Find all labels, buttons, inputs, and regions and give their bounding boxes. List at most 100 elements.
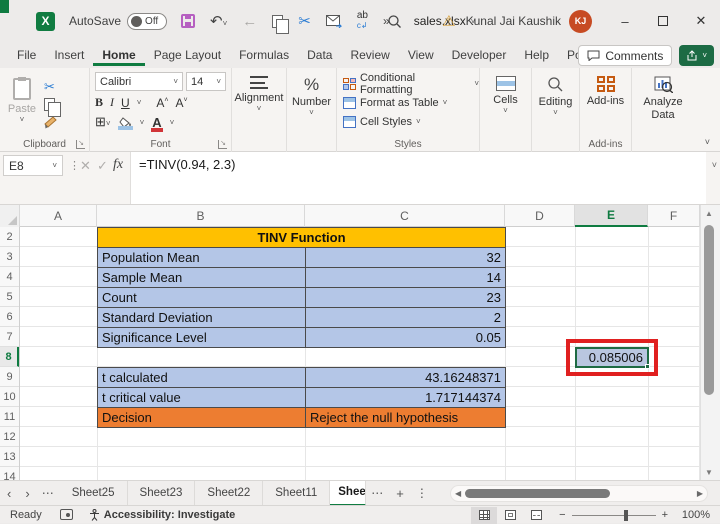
table-row-label[interactable]: Count	[97, 287, 306, 308]
table-row-value[interactable]: 23	[305, 287, 506, 308]
next-sheet-icon[interactable]: ›	[18, 486, 36, 501]
decision-value-cell[interactable]: Reject the null hypothesis	[305, 407, 506, 428]
row-header-3[interactable]: 3	[0, 247, 19, 267]
decision-label-cell[interactable]: Decision	[97, 407, 306, 428]
row-header-11[interactable]: 11	[0, 407, 19, 427]
accessibility-status[interactable]: Accessibility: Investigate	[89, 508, 235, 521]
row-header-7[interactable]: 7	[0, 327, 19, 347]
tab-home[interactable]: Home	[93, 44, 145, 66]
row-header-10[interactable]: 10	[0, 387, 19, 407]
column-header-c[interactable]: C	[305, 205, 505, 227]
row-header-12[interactable]: 12	[0, 427, 19, 447]
table-row-value[interactable]: 43.16248371	[305, 367, 506, 388]
column-header-b[interactable]: B	[97, 205, 305, 227]
font-dialog-launcher[interactable]: ↘	[218, 140, 227, 149]
table-row-label[interactable]: Population Mean	[97, 247, 306, 268]
autosave-toggle[interactable]: Off	[127, 12, 168, 30]
tab-page-layout[interactable]: Page Layout	[145, 44, 230, 66]
user-name[interactable]: Kunal Jai Kaushik	[466, 14, 561, 28]
vertical-scroll-thumb[interactable]	[704, 225, 714, 395]
copy-icon[interactable]	[44, 98, 61, 117]
clipboard-dialog-launcher[interactable]: ↘	[76, 140, 85, 149]
zoom-slider[interactable]	[571, 509, 656, 521]
row-header-6[interactable]: 6	[0, 307, 19, 327]
tab-developer[interactable]: Developer	[443, 44, 516, 66]
borders-button[interactable]: ⊞˅	[95, 114, 111, 130]
tab-help[interactable]: Help	[515, 44, 558, 66]
share-button[interactable]: ˅	[679, 45, 714, 66]
scroll-up-icon[interactable]: ▲	[701, 205, 717, 221]
search-icon[interactable]	[387, 14, 402, 29]
column-header-a[interactable]: A	[20, 205, 97, 227]
page-break-view-button[interactable]	[523, 507, 549, 524]
table-row-label[interactable]: Significance Level	[97, 327, 306, 348]
font-name-select[interactable]: Calibri ˅	[95, 72, 183, 91]
format-as-table-button[interactable]: Format as Table ˅	[343, 93, 479, 112]
table-row-value[interactable]: 32	[305, 247, 506, 268]
underline-button[interactable]: U	[121, 96, 130, 110]
select-all-corner[interactable]	[0, 205, 20, 227]
column-header-d[interactable]: D	[505, 205, 575, 227]
table-row-label[interactable]: Standard Deviation	[97, 307, 306, 328]
collapse-ribbon-icon[interactable]: ˅	[705, 137, 710, 147]
table-row-value[interactable]: 1.717144374	[305, 387, 506, 408]
tab-formulas[interactable]: Formulas	[230, 44, 298, 66]
horizontal-scrollbar[interactable]: ◀ ▶	[450, 485, 708, 502]
analyze-data-button[interactable]: Analyze Data	[632, 68, 694, 152]
spelling-icon[interactable]: ab c↲	[357, 11, 368, 31]
tab-data[interactable]: Data	[298, 44, 341, 66]
row-header-8[interactable]: 8	[0, 347, 19, 367]
scroll-right-icon[interactable]: ▶	[693, 489, 707, 498]
font-color-button[interactable]: A	[151, 115, 164, 132]
zoom-out-icon[interactable]: −	[559, 509, 565, 521]
macro-record-icon[interactable]	[59, 509, 73, 520]
sheet-tab-sheet11[interactable]: Sheet11	[263, 480, 331, 506]
undo-button[interactable]: ↶˅	[210, 14, 227, 29]
table-row-value[interactable]: 0.05	[305, 327, 506, 348]
shrink-font-button[interactable]: A˅	[175, 96, 187, 110]
avatar[interactable]: KJ	[569, 9, 592, 33]
more-sheets-left-icon[interactable]: ⋯	[37, 486, 60, 500]
cut-icon[interactable]: ✂	[298, 14, 311, 29]
font-size-select[interactable]: 14 ˅	[186, 72, 226, 91]
more-sheets-right-icon[interactable]: ⋯	[366, 486, 389, 500]
chevron-down-icon[interactable]: ˅	[137, 98, 142, 107]
format-painter-icon[interactable]	[44, 116, 58, 129]
new-sheet-icon[interactable]: +	[389, 486, 411, 501]
cancel-icon[interactable]: ✕	[80, 158, 91, 174]
row-header-4[interactable]: 4	[0, 267, 19, 287]
save-icon[interactable]	[181, 14, 196, 28]
bold-button[interactable]: B	[95, 95, 103, 110]
grid-body[interactable]: 2 3 4 5 6 7 8 9 10 11 12 13 14 TINV Func…	[0, 227, 700, 487]
maximize-button[interactable]	[644, 0, 682, 42]
page-layout-view-button[interactable]	[497, 507, 523, 524]
cells-group[interactable]: Cells ˅	[480, 68, 532, 152]
editing-group[interactable]: Editing ˅	[532, 68, 580, 152]
sheet-tab-sheet22[interactable]: Sheet22	[195, 480, 264, 506]
copy-icon[interactable]	[272, 14, 290, 34]
row-header-2[interactable]: 2	[0, 227, 19, 247]
tab-review[interactable]: Review	[341, 44, 398, 66]
sheet-tab-active[interactable]: Sheet	[330, 480, 367, 506]
scroll-left-icon[interactable]: ◀	[451, 489, 465, 498]
sheet-tab-sheet23[interactable]: Sheet23	[128, 480, 196, 506]
table-row-label[interactable]: t critical value	[97, 387, 306, 408]
italic-button[interactable]: I	[110, 95, 114, 110]
table-row-label[interactable]: Sample Mean	[97, 267, 306, 288]
chevron-down-icon[interactable]: ˅	[170, 118, 175, 127]
zoom-level[interactable]: 100%	[676, 509, 710, 521]
formula-input[interactable]: =TINV(0.94, 2.3)	[130, 152, 706, 204]
row-header-9[interactable]: 9	[0, 367, 19, 387]
formula-bar-expand-icon[interactable]: ˅	[712, 160, 717, 170]
table-row-value[interactable]: 2	[305, 307, 506, 328]
close-button[interactable]: ✕	[682, 0, 720, 42]
email-icon[interactable]	[325, 14, 342, 28]
row-header-13[interactable]: 13	[0, 447, 19, 467]
tab-insert[interactable]: Insert	[45, 44, 93, 66]
enter-icon[interactable]: ✓	[97, 158, 108, 174]
minimize-button[interactable]: –	[606, 0, 644, 42]
conditional-formatting-button[interactable]: Conditional Formatting ˅	[343, 72, 479, 96]
sheet-tab-sheet25[interactable]: Sheet25	[60, 480, 128, 506]
table-row-value[interactable]: 14	[305, 267, 506, 288]
tab-view[interactable]: View	[399, 44, 443, 66]
